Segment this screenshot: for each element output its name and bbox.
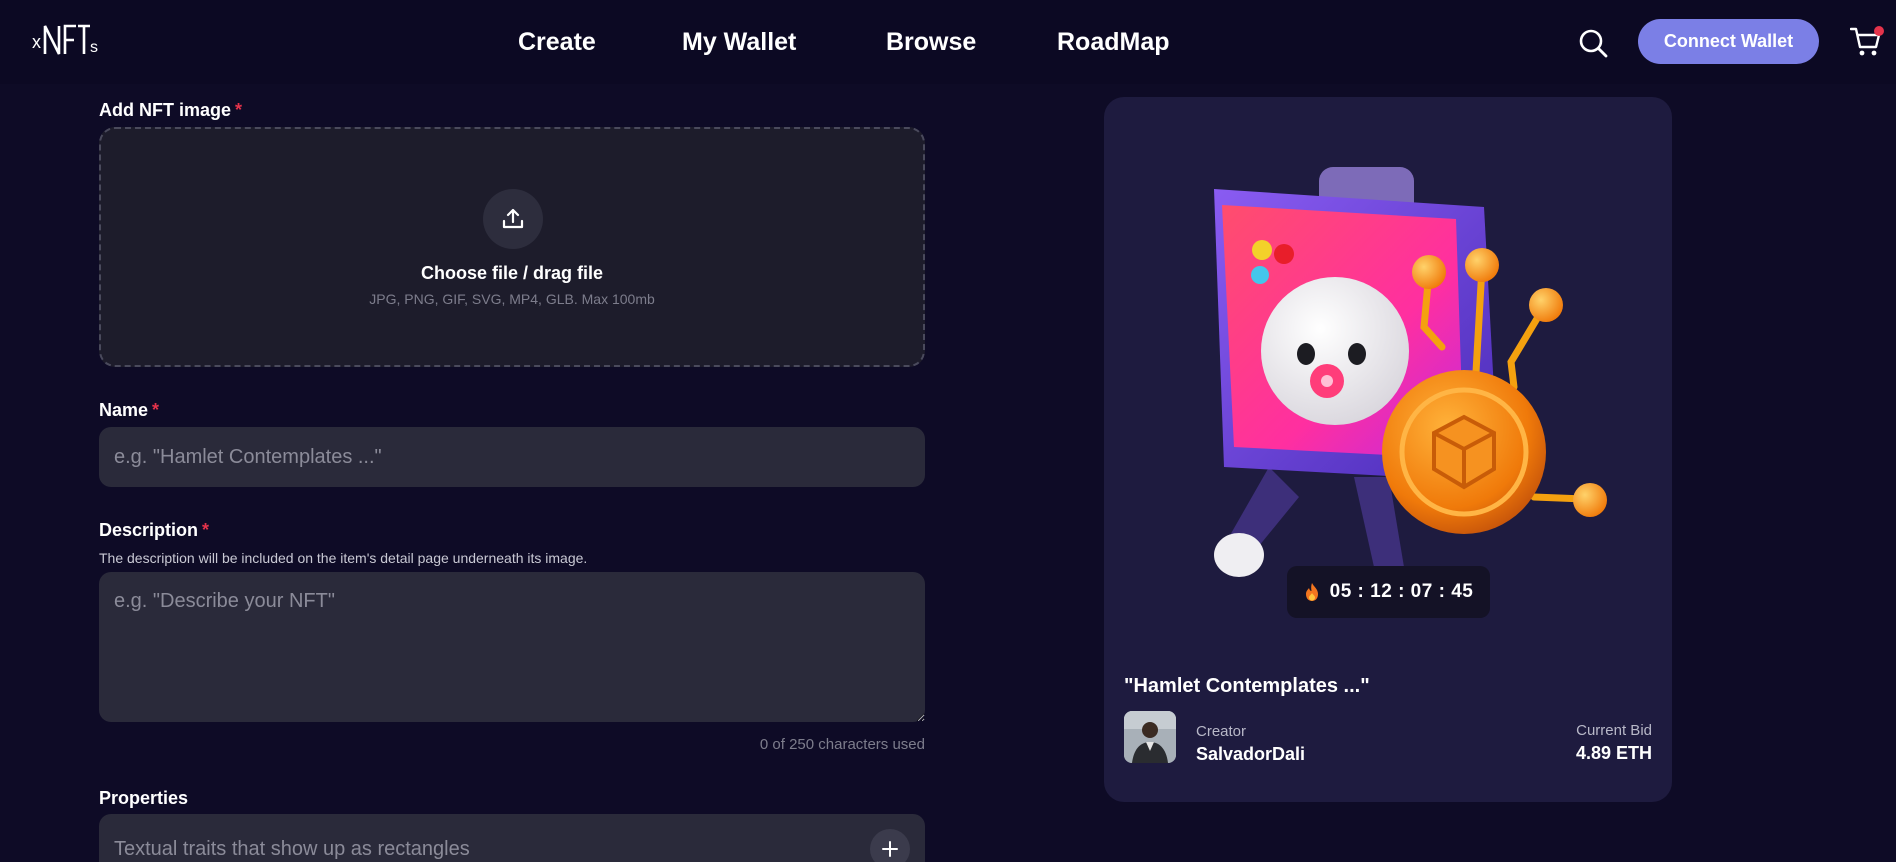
image-dropzone[interactable]: Choose file / drag file JPG, PNG, GIF, S…	[99, 127, 925, 367]
required-mark: *	[152, 400, 160, 420]
current-bid-label: Current Bid	[1576, 722, 1652, 739]
dropzone-title: Choose file / drag file	[420, 263, 604, 283]
logo-icon: x s	[32, 24, 98, 56]
description-label: Description *	[99, 520, 210, 540]
creator-label: Creator	[1196, 723, 1247, 740]
top-navbar: x s Create My Wallet Browse RoadMap Conn…	[0, 0, 1896, 84]
nav-roadmap[interactable]: RoadMap	[1057, 28, 1170, 57]
connect-wallet-button[interactable]: Connect Wallet	[1638, 19, 1819, 64]
nav-my-wallet[interactable]: My Wallet	[682, 28, 796, 57]
name-label: Name *	[99, 400, 160, 420]
cart-badge	[1874, 26, 1884, 36]
add-property-button[interactable]	[870, 829, 910, 862]
character-counter: 0 of 250 characters used	[759, 736, 925, 753]
svg-text:s: s	[90, 39, 98, 56]
countdown-text: 05 : 12 : 07 : 45	[1329, 581, 1474, 602]
name-input[interactable]	[99, 427, 925, 487]
nav-create[interactable]: Create	[518, 28, 596, 57]
cart-icon[interactable]	[1849, 26, 1884, 58]
svg-text:x: x	[32, 32, 41, 52]
search-icon[interactable]	[1578, 28, 1608, 58]
current-bid-value: 4.89 ETH	[1575, 743, 1652, 763]
countdown-timer: 05 : 12 : 07 : 45	[1287, 566, 1490, 618]
plus-icon	[882, 841, 898, 857]
nft-title: "Hamlet Contemplates ..."	[1124, 675, 1370, 697]
brand-logo[interactable]: x s	[32, 18, 112, 62]
nft-preview-card[interactable]: 05 : 12 : 07 : 45 "Hamlet Contemplates .…	[1104, 97, 1672, 802]
upload-icon	[483, 189, 543, 249]
creator-name[interactable]: SalvadorDali	[1196, 744, 1305, 765]
description-help: The description will be included on the …	[99, 550, 588, 566]
description-textarea[interactable]	[99, 572, 925, 722]
dropzone-subtitle: JPG, PNG, GIF, SVG, MP4, GLB. Max 100mb	[369, 291, 655, 307]
creator-avatar[interactable]	[1124, 711, 1176, 763]
properties-label: Properties	[99, 788, 189, 808]
properties-input[interactable]	[99, 814, 925, 862]
nav-browse[interactable]: Browse	[886, 28, 976, 57]
required-mark: *	[202, 520, 210, 540]
required-mark: *	[235, 100, 243, 120]
fire-icon	[1305, 583, 1318, 601]
image-label: Add NFT image *	[99, 100, 243, 120]
